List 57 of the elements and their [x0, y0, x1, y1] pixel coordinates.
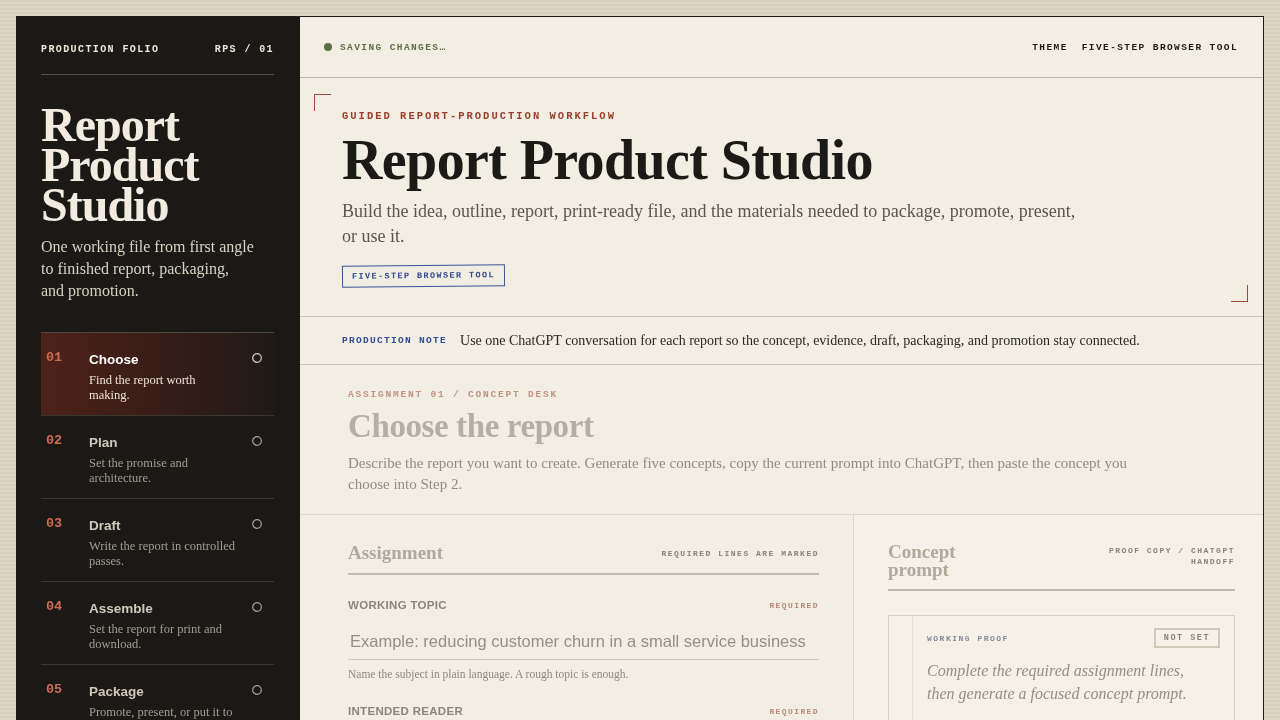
step-title: Draft: [89, 518, 121, 534]
field-label: INTENDED READER: [348, 704, 464, 718]
app-tagline: One working file from first angle to finished report, packaging, and promotion.: [41, 237, 255, 302]
step-description: Set the report for print and download.: [89, 622, 223, 652]
saving-status: SAVING CHANGES…: [340, 41, 447, 53]
circle-icon: [252, 685, 262, 695]
assignment-eyebrow: ASSIGNMENT 01 / CONCEPT DESK: [348, 388, 559, 401]
step-description: Set the promise and architecture.: [89, 456, 189, 486]
step-title: Package: [89, 684, 144, 700]
tool-badge: FIVE-STEP BROWSER TOOL: [341, 264, 506, 288]
required-tag: REQUIRED: [769, 600, 819, 610]
step-item[interactable]: 01 Choose Find the report worth making.: [41, 332, 274, 415]
step-number: 02: [46, 433, 64, 449]
status-dot-icon: [324, 43, 332, 51]
step-item[interactable]: 02 Plan Set the promise and architecture.: [41, 415, 274, 498]
step-item[interactable]: 03 Draft Write the report in controlled passes.: [41, 498, 274, 581]
proof-label: WORKING PROOF: [927, 633, 1009, 643]
field-hint: Name the subject in plain language. A rough topic is enough.: [348, 667, 629, 681]
hero-eyebrow: GUIDED REPORT-PRODUCTION WORKFLOW: [342, 109, 616, 123]
step-number: 05: [46, 682, 64, 698]
step-description: Find the report worth making.: [89, 373, 197, 403]
step-description: Promote, present, or put it to: [89, 705, 233, 720]
step-number: 03: [46, 516, 64, 532]
step-title: Choose: [89, 352, 139, 368]
circle-icon: [252, 519, 262, 529]
theme-button[interactable]: THEME: [1032, 41, 1068, 53]
circle-icon: [252, 602, 262, 612]
step-item[interactable]: 04 Assemble Set the report for print and download.: [41, 581, 274, 664]
circle-icon: [252, 353, 262, 363]
panel-title: Concept prompt: [888, 543, 956, 579]
app-title: Report Product Studio: [41, 105, 201, 225]
step-number: 04: [46, 599, 64, 615]
folio-code: RPS / 01: [214, 44, 274, 55]
topic-input[interactable]: Example: reducing customer churn in a small service business: [348, 623, 819, 660]
hero-description: Build the idea, outline, report, print-ready file, and the materials needed to package, promote, present, or use it.: [342, 200, 1077, 248]
step-description: Write the report in controlled passes.: [89, 539, 236, 569]
step-number: 01: [46, 350, 64, 366]
assignment-heading: Choose the report: [348, 407, 594, 445]
status-stamp: NOT SET: [1153, 628, 1220, 648]
step-title: Assemble: [89, 601, 153, 617]
note-label: PRODUCTION NOTE: [342, 335, 447, 346]
panel-note: PROOF COPY / CHATGPT HANDOFF: [1108, 545, 1235, 567]
hero-title: Report Product Studio: [342, 130, 873, 190]
tool-label: FIVE-STEP BROWSER TOOL: [1081, 41, 1238, 53]
required-tag: REQUIRED: [769, 706, 819, 716]
corner-bracket-icon: [314, 94, 331, 111]
circle-icon: [252, 436, 262, 446]
proof-text: Complete the required assignment lines, then generate a focused concept prompt.: [927, 661, 1188, 705]
panel-note: REQUIRED LINES ARE MARKED: [661, 548, 819, 558]
folio-label: PRODUCTION FOLIO: [41, 44, 160, 55]
note-text: Use one ChatGPT conversation for each report so the concept, evidence, draft, packaging, and promotion stay connected.: [460, 332, 1140, 349]
assignment-description: Describe the report you want to create. Generate five concepts, copy the current prompt into ChatGPT, then paste the concept you choose into Step 2.: [348, 454, 1129, 494]
panel-title: Assignment: [348, 543, 443, 563]
corner-bracket-icon: [1231, 285, 1248, 302]
step-item[interactable]: 05 Package Promote, present, or put it to: [41, 664, 274, 720]
step-title: Plan: [89, 435, 118, 451]
field-label: WORKING TOPIC: [348, 598, 447, 612]
